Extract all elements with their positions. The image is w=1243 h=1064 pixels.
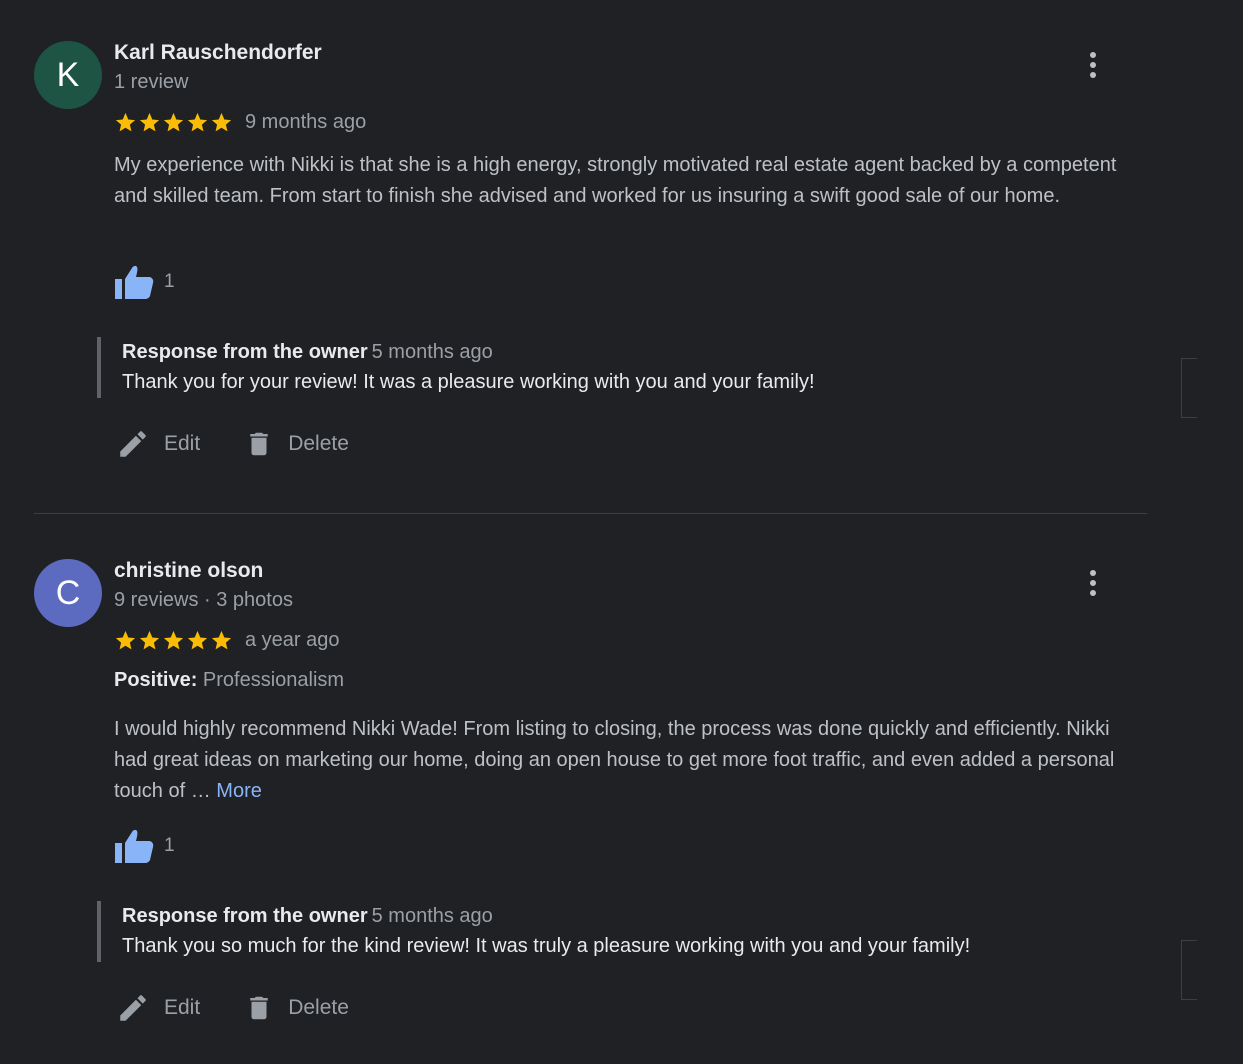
review-attribute: Positive: Professionalism (114, 669, 344, 692)
more-vert-icon (1090, 570, 1096, 576)
edit-button[interactable]: Edit (116, 991, 200, 1025)
response-time: 5 months ago (371, 905, 493, 927)
trash-icon (250, 996, 268, 1020)
star-icon (187, 630, 208, 650)
more-options-button[interactable] (1082, 566, 1104, 600)
star-icon (115, 630, 136, 650)
scroll-marker (1181, 940, 1197, 1000)
response-actions: Edit Delete (116, 991, 349, 1025)
review-card: C christine olson 9 reviews · 3 photos a… (0, 0, 1243, 1064)
review-text-content: I would highly recommend Nikki Wade! Fro… (114, 718, 1115, 802)
rating-row: a year ago (114, 629, 340, 652)
like-button[interactable]: 1 (114, 828, 175, 864)
response-text: Thank you so much for the kind review! I… (122, 935, 971, 957)
attribute-label: Positive: (114, 669, 198, 691)
response-owner-label: Response from the owner (122, 905, 368, 927)
review-text: I would highly recommend Nikki Wade! Fro… (114, 714, 1124, 807)
more-vert-icon-dot (1090, 590, 1096, 596)
star-icon (163, 630, 184, 650)
reviewer-meta: 9 reviews · 3 photos (114, 589, 293, 611)
more-link[interactable]: More (216, 780, 262, 802)
like-count: 1 (164, 835, 175, 856)
attribute-value: Professionalism (202, 669, 345, 691)
delete-button[interactable]: Delete (244, 991, 349, 1025)
star-icon (139, 630, 160, 650)
more-vert-icon-dot (1090, 580, 1096, 586)
reviews-panel: K Karl Rauschendorfer 1 review 9 months … (0, 0, 1243, 1064)
delete-label: Delete (288, 996, 349, 1019)
reviewer-name[interactable]: christine olson (114, 559, 263, 583)
edit-label: Edit (164, 996, 201, 1019)
avatar[interactable]: C (34, 559, 102, 627)
response-header: Response from the owner 5 months ago (122, 901, 1162, 931)
pencil-icon (120, 995, 146, 1021)
owner-response: Response from the owner 5 months ago Than… (97, 901, 1162, 962)
star-icon (211, 630, 232, 650)
star-rating (114, 629, 233, 652)
review-time: a year ago (245, 629, 340, 651)
thumbs-up-icon (115, 829, 154, 863)
